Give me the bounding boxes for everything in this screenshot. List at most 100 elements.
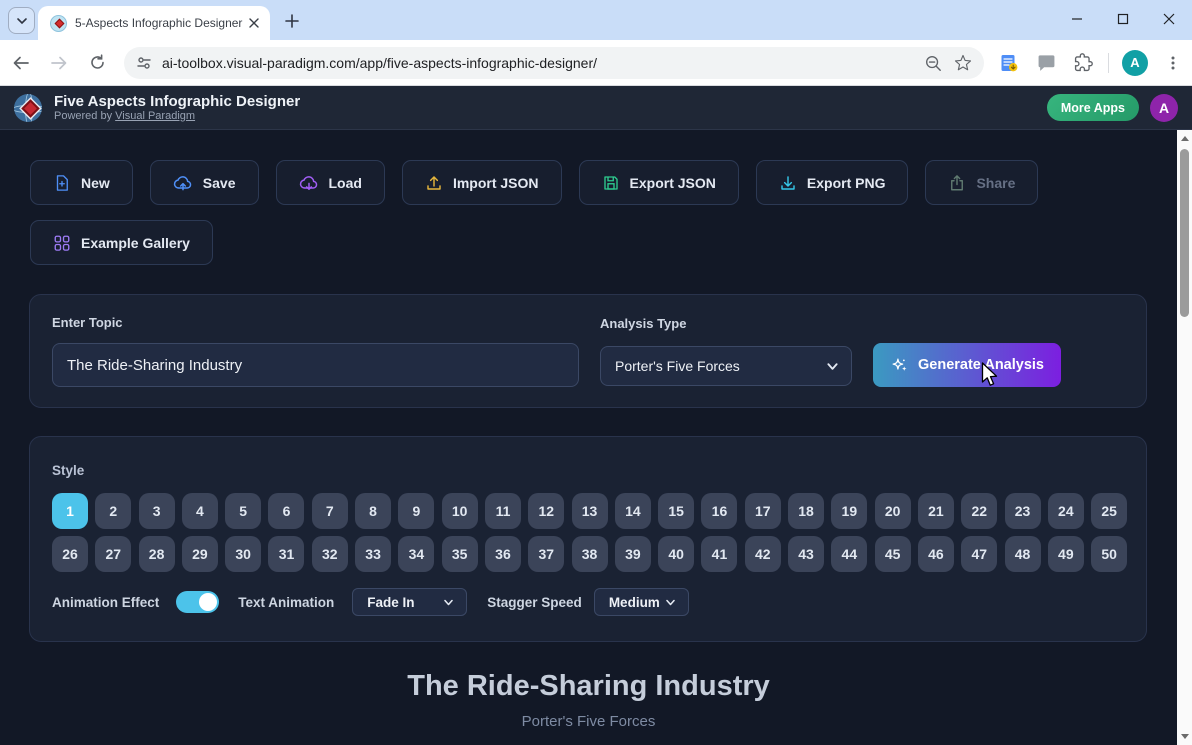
style-option-19[interactable]: 19 [831,493,868,529]
style-option-46[interactable]: 46 [917,536,954,572]
bookmark-star-icon[interactable] [952,52,974,74]
url-text[interactable]: ai-toolbox.visual-paradigm.com/app/five-… [162,55,914,71]
style-option-43[interactable]: 43 [788,536,825,572]
style-option-22[interactable]: 22 [961,493,998,529]
back-button[interactable] [4,46,38,80]
style-option-35[interactable]: 35 [441,536,478,572]
style-option-37[interactable]: 37 [528,536,565,572]
style-option-16[interactable]: 16 [701,493,738,529]
save-button[interactable]: Save [149,160,259,205]
style-option-27[interactable]: 27 [95,536,132,572]
style-option-44[interactable]: 44 [831,536,868,572]
style-option-11[interactable]: 11 [484,493,521,529]
generate-analysis-label: Generate Analysis [918,357,1044,373]
style-option-25[interactable]: 25 [1091,493,1128,529]
new-button[interactable]: New [30,160,133,205]
style-option-34[interactable]: 34 [398,536,435,572]
style-option-4[interactable]: 4 [181,493,218,529]
style-option-17[interactable]: 17 [744,493,781,529]
style-option-42[interactable]: 42 [744,536,781,572]
zoom-out-icon[interactable] [922,52,944,74]
style-option-13[interactable]: 13 [571,493,608,529]
style-option-38[interactable]: 38 [571,536,608,572]
style-option-47[interactable]: 47 [961,536,998,572]
style-option-18[interactable]: 18 [788,493,825,529]
style-option-8[interactable]: 8 [355,493,392,529]
style-option-9[interactable]: 9 [398,493,435,529]
style-option-40[interactable]: 40 [658,536,695,572]
visual-paradigm-link[interactable]: Visual Paradigm [115,110,195,122]
export-png-button[interactable]: Export PNG [755,160,909,205]
example-gallery-button[interactable]: Example Gallery [30,220,213,265]
import-json-button[interactable]: Import JSON [401,160,562,205]
maximize-button[interactable] [1100,0,1146,38]
minimize-button[interactable] [1054,0,1100,38]
style-option-21[interactable]: 21 [917,493,954,529]
style-option-45[interactable]: 45 [874,536,911,572]
app-header: Five Aspects Infographic Designer Powere… [0,86,1192,130]
style-option-3[interactable]: 3 [138,493,175,529]
style-option-31[interactable]: 31 [268,536,305,572]
style-option-15[interactable]: 15 [658,493,695,529]
style-option-23[interactable]: 23 [1004,493,1041,529]
more-apps-button[interactable]: More Apps [1046,94,1139,121]
new-tab-button[interactable] [280,9,304,33]
style-option-39[interactable]: 39 [614,536,651,572]
text-animation-select[interactable]: Fade In [352,588,468,616]
reload-button[interactable] [80,46,114,80]
browser-menu-icon[interactable] [1161,51,1185,75]
style-option-30[interactable]: 30 [225,536,262,572]
share-button[interactable]: Share [925,160,1039,205]
generate-analysis-button[interactable]: Generate Analysis [873,343,1061,387]
style-option-28[interactable]: 28 [138,536,175,572]
export-json-button[interactable]: Export JSON [578,160,739,205]
browser-profile-avatar[interactable]: A [1122,49,1148,76]
style-option-29[interactable]: 29 [181,536,218,572]
topic-input[interactable] [52,343,579,387]
style-option-5[interactable]: 5 [225,493,262,529]
style-option-48[interactable]: 48 [1004,536,1041,572]
style-option-10[interactable]: 10 [441,493,478,529]
style-option-2[interactable]: 2 [95,493,132,529]
load-button-label: Load [328,174,362,191]
load-button[interactable]: Load [275,160,385,205]
style-option-1[interactable]: 1 [52,493,88,529]
style-option-50[interactable]: 50 [1091,536,1128,572]
browser-tab[interactable]: 5-Aspects Infographic Designer [38,6,270,40]
forward-button[interactable] [42,46,76,80]
style-option-24[interactable]: 24 [1047,493,1084,529]
style-option-20[interactable]: 20 [874,493,911,529]
style-option-14[interactable]: 14 [614,493,651,529]
style-option-32[interactable]: 32 [311,536,348,572]
site-settings-icon[interactable] [136,55,152,71]
page-scrollbar[interactable] [1177,130,1192,745]
close-window-button[interactable] [1146,0,1192,38]
comment-icon[interactable] [1034,51,1058,75]
style-option-26[interactable]: 26 [52,536,88,572]
visual-paradigm-favicon [50,14,67,32]
animation-effect-toggle[interactable] [176,591,220,613]
analysis-type-value: Porter's Five Forces [615,358,740,374]
extensions-puzzle-icon[interactable] [1071,51,1095,75]
reading-list-icon[interactable] [997,51,1021,75]
scrollbar-thumb[interactable] [1180,149,1189,317]
style-option-49[interactable]: 49 [1047,536,1084,572]
style-option-33[interactable]: 33 [355,536,392,572]
tab-close-icon[interactable] [245,15,262,32]
style-option-12[interactable]: 12 [528,493,565,529]
infographic-preview: The Ride-Sharing Industry Porter's Five … [0,670,1177,730]
style-option-7[interactable]: 7 [311,493,348,529]
topic-label: Enter Topic [52,315,123,330]
user-avatar[interactable]: A [1150,93,1178,122]
scroll-up-arrow[interactable] [1177,131,1192,146]
tab-search-button[interactable] [8,7,35,34]
action-toolbar: New Save Load Import JSON Export JSON Ex… [30,160,1039,205]
analysis-type-select[interactable]: Porter's Five Forces [600,346,852,386]
stagger-speed-select[interactable]: Medium [593,588,689,616]
style-option-36[interactable]: 36 [484,536,521,572]
url-bar[interactable]: ai-toolbox.visual-paradigm.com/app/five-… [124,46,984,79]
style-option-41[interactable]: 41 [701,536,738,572]
download-icon [781,175,795,190]
style-option-6[interactable]: 6 [268,493,305,529]
scroll-down-arrow[interactable] [1177,729,1192,744]
